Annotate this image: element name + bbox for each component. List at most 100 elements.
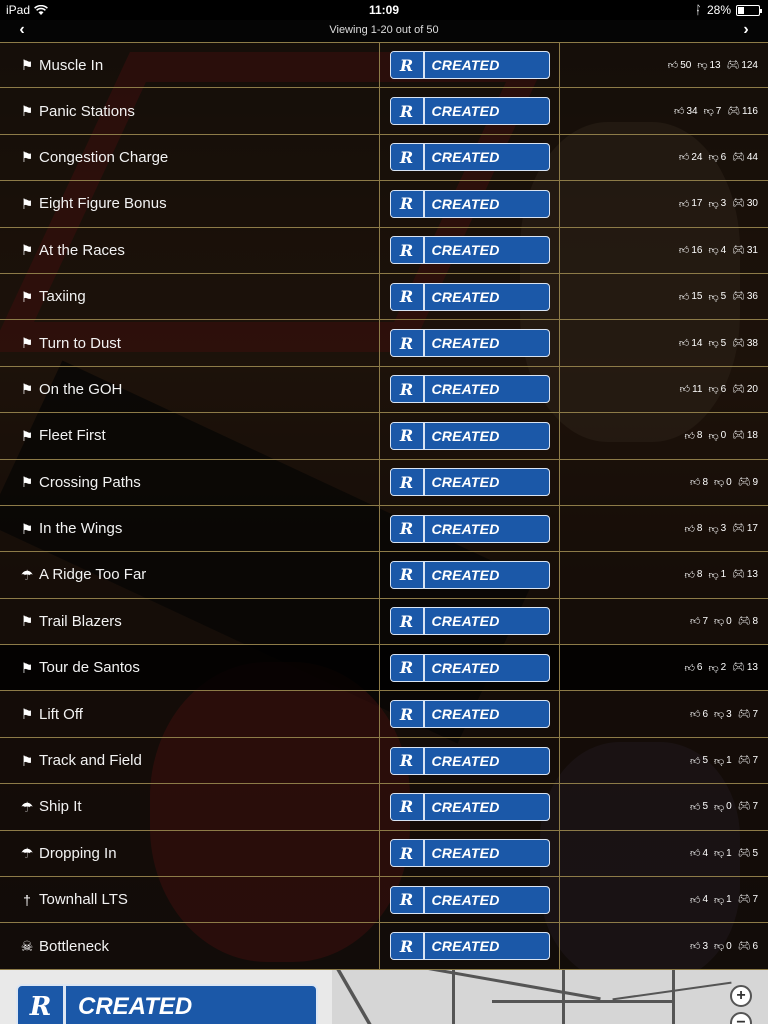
created-button[interactable]: R CREATED — [389, 282, 550, 311]
table-row[interactable]: † Townhall LTS R CREATED 👍︎ 4 👎︎ 1 🎮︎ 7 — [0, 877, 768, 924]
table-row[interactable]: ⚑ Eight Figure Bonus R CREATED 👍︎ 17 👎︎ 3 … — [0, 181, 768, 228]
table-row[interactable]: ⚑ Panic Stations R CREATED 👍︎ 34 👎︎ 7 🎮︎ 11… — [0, 88, 768, 135]
created-label: CREATED — [431, 195, 500, 212]
created-button[interactable]: R CREATED — [389, 932, 550, 961]
job-title-cell[interactable]: ☂ Dropping In — [0, 830, 380, 877]
job-title-cell[interactable]: ⚑ Track and Field — [0, 737, 380, 784]
created-button[interactable]: R CREATED — [389, 514, 550, 543]
chevron-right-icon[interactable]: › — [734, 21, 758, 39]
plays-count: 31 — [746, 244, 758, 256]
job-title-cell[interactable]: ⚑ Lift Off — [0, 691, 380, 737]
race-flag-icon: ⚑ — [20, 474, 34, 491]
table-row[interactable]: ⚑ Fleet First R CREATED 👍︎ 8 👎︎ 0 🎮︎ 18 — [0, 413, 768, 460]
thumbs-up-icon: 👍︎ — [690, 616, 701, 628]
created-cell: R CREATED — [380, 366, 560, 413]
table-row[interactable]: ⚑ In the Wings R CREATED 👍︎ 8 👎︎ 3 🎮︎ 17 — [0, 505, 768, 553]
created-button[interactable]: R CREATED — [389, 97, 550, 126]
created-button[interactable]: R CREATED — [389, 421, 550, 450]
table-row[interactable]: ⚑ Turn to Dust R CREATED 👍︎ 14 👎︎ 5 🎮︎ 38 — [0, 320, 768, 367]
table-row[interactable]: ⚑ Track and Field R CREATED 👍︎ 5 👎︎ 1 🎮︎ 7 — [0, 737, 768, 785]
plays-count: 36 — [746, 291, 758, 303]
likes-count: 50 — [680, 59, 692, 71]
job-title-cell[interactable]: † Townhall LTS — [0, 877, 380, 923]
controller-icon: 🎮︎ — [732, 151, 745, 163]
created-button[interactable]: R CREATED — [389, 51, 550, 80]
created-label: CREATED — [431, 798, 500, 815]
rockstar-logo-icon: R — [390, 144, 425, 171]
race-flag-icon: ⚑ — [20, 706, 34, 723]
created-button[interactable]: R CREATED — [389, 375, 550, 404]
table-row[interactable]: ☂ Ship It R CREATED 👍︎ 5 👎︎ 0 🎮︎ 7 — [0, 784, 768, 831]
map-view[interactable]: + − — [332, 970, 768, 1024]
zoom-in-icon[interactable]: + — [730, 985, 752, 1007]
created-label: CREATED — [431, 938, 500, 955]
stats-cell: 👍︎ 4 👎︎ 1 🎮︎ 5 — [560, 831, 768, 876]
job-title-cell[interactable]: ⚑ Crossing Paths — [0, 459, 380, 505]
created-cell: R CREATED — [380, 877, 560, 923]
created-button[interactable]: R CREATED — [389, 607, 550, 636]
table-row[interactable]: ⚑ Muscle In R CREATED 👍︎ 50 👎︎ 13 🎮︎ 124 — [0, 42, 768, 89]
thumbs-down-icon: 👎︎ — [714, 616, 725, 628]
table-row[interactable]: ⚑ Tour de Santos R CREATED 👍︎ 6 👎︎ 2 🎮︎ 13 — [0, 645, 768, 692]
created-button[interactable]: R CREATED — [389, 468, 550, 497]
job-title-cell[interactable]: ☂ Ship It — [0, 784, 380, 830]
dislikes-count: 1 — [720, 569, 727, 581]
job-title-cell[interactable]: ⚑ Tour de Santos — [0, 645, 380, 691]
created-label: CREATED — [431, 149, 500, 166]
created-button[interactable]: R CREATED — [389, 560, 550, 589]
created-button[interactable]: R CREATED — [389, 189, 550, 218]
thumbs-down-icon: 👎︎ — [708, 291, 719, 303]
thumbs-up-icon: 👍︎ — [678, 152, 690, 164]
job-title-cell[interactable]: ⚑ In the Wings — [0, 505, 380, 552]
rockstar-logo-icon: R — [390, 376, 425, 403]
table-row[interactable]: ☂ Dropping In R CREATED 👍︎ 4 👎︎ 1 🎮︎ 5 — [0, 830, 768, 878]
created-button[interactable]: R CREATED — [389, 236, 550, 265]
created-button[interactable]: R CREATED — [389, 329, 550, 358]
job-title-cell[interactable]: ⚑ Turn to Dust — [0, 320, 380, 366]
created-button[interactable]: R CREATED — [389, 700, 550, 729]
created-button[interactable]: R CREATED — [389, 143, 550, 172]
thumbs-down-icon: 👎︎ — [703, 106, 714, 118]
thumbs-down-icon: 👎︎ — [708, 569, 719, 581]
plays-count: 44 — [746, 151, 758, 163]
plays-count: 7 — [752, 755, 758, 767]
job-title-cell[interactable]: ⚑ Taxiing — [0, 273, 380, 320]
job-title-cell[interactable]: ☠ Bottleneck — [0, 923, 380, 969]
job-title-cell[interactable]: ⚑ Fleet First — [0, 413, 380, 459]
table-row[interactable]: ☠ Bottleneck R CREATED 👍︎ 3 👎︎ 0 🎮︎ 6 — [0, 923, 768, 970]
created-button[interactable]: R CREATED — [389, 792, 550, 821]
table-row[interactable]: ⚑ Lift Off R CREATED 👍︎ 6 👎︎ 3 🎮︎ 7 — [0, 691, 768, 738]
table-row[interactable]: ⚑ Taxiing R CREATED 👍︎ 15 👎︎ 5 🎮︎ 36 — [0, 273, 768, 321]
bottom-left-panel: R CREATED — [0, 970, 332, 1024]
controller-icon: 🎮︎ — [737, 801, 751, 813]
created-cell: R CREATED — [380, 598, 560, 645]
table-row[interactable]: ⚑ Congestion Charge R CREATED 👍︎ 24 👎︎ 6 🎮… — [0, 134, 768, 182]
rockstar-logo-icon: R — [390, 933, 425, 960]
created-label: CREATED — [431, 566, 500, 583]
zoom-out-icon[interactable]: − — [730, 1012, 752, 1024]
job-title-cell[interactable]: ⚑ Eight Figure Bonus — [0, 181, 380, 227]
job-title-cell[interactable]: ⚑ At the Races — [0, 227, 380, 273]
thumbs-up-icon: 👍︎ — [690, 894, 701, 906]
created-button[interactable]: R CREATED — [389, 885, 550, 914]
created-badge-large[interactable]: R CREATED — [16, 984, 318, 1024]
job-title-cell[interactable]: ⚑ Trail Blazers — [0, 598, 380, 645]
created-button[interactable]: R CREATED — [389, 839, 550, 868]
job-title-cell[interactable]: ⚑ On the GOH — [0, 366, 380, 413]
table-row[interactable]: ☂ A Ridge Too Far R CREATED 👍︎ 8 👎︎ 1 🎮︎ 13 — [0, 552, 768, 599]
created-button[interactable]: R CREATED — [389, 746, 550, 775]
job-title-cell[interactable]: ☂ A Ridge Too Far — [0, 552, 380, 598]
table-row[interactable]: ⚑ On the GOH R CREATED 👍︎ 11 👎︎ 6 🎮︎ 20 — [0, 366, 768, 414]
table-row[interactable]: ⚑ Crossing Paths R CREATED 👍︎ 8 👎︎ 0 🎮︎ 9 — [0, 459, 768, 506]
table-row[interactable]: ⚑ Trail Blazers R CREATED 👍︎ 7 👎︎ 0 🎮︎ 8 — [0, 598, 768, 646]
race-flag-icon: ⚑ — [20, 520, 34, 537]
job-title-cell[interactable]: ⚑ Panic Stations — [0, 88, 380, 134]
created-button[interactable]: R CREATED — [389, 653, 550, 682]
table-row[interactable]: ⚑ At the Races R CREATED 👍︎ 16 👎︎ 4 🎮︎ 31 — [0, 227, 768, 274]
controller-icon: 🎮︎ — [737, 940, 751, 952]
created-cell: R CREATED — [380, 88, 560, 134]
stats-cell: 👍︎ 6 👎︎ 2 🎮︎ 13 — [560, 645, 768, 690]
job-title-cell[interactable]: ⚑ Muscle In — [0, 43, 380, 88]
created-cell: R CREATED — [380, 923, 560, 969]
job-title-cell[interactable]: ⚑ Congestion Charge — [0, 134, 380, 181]
